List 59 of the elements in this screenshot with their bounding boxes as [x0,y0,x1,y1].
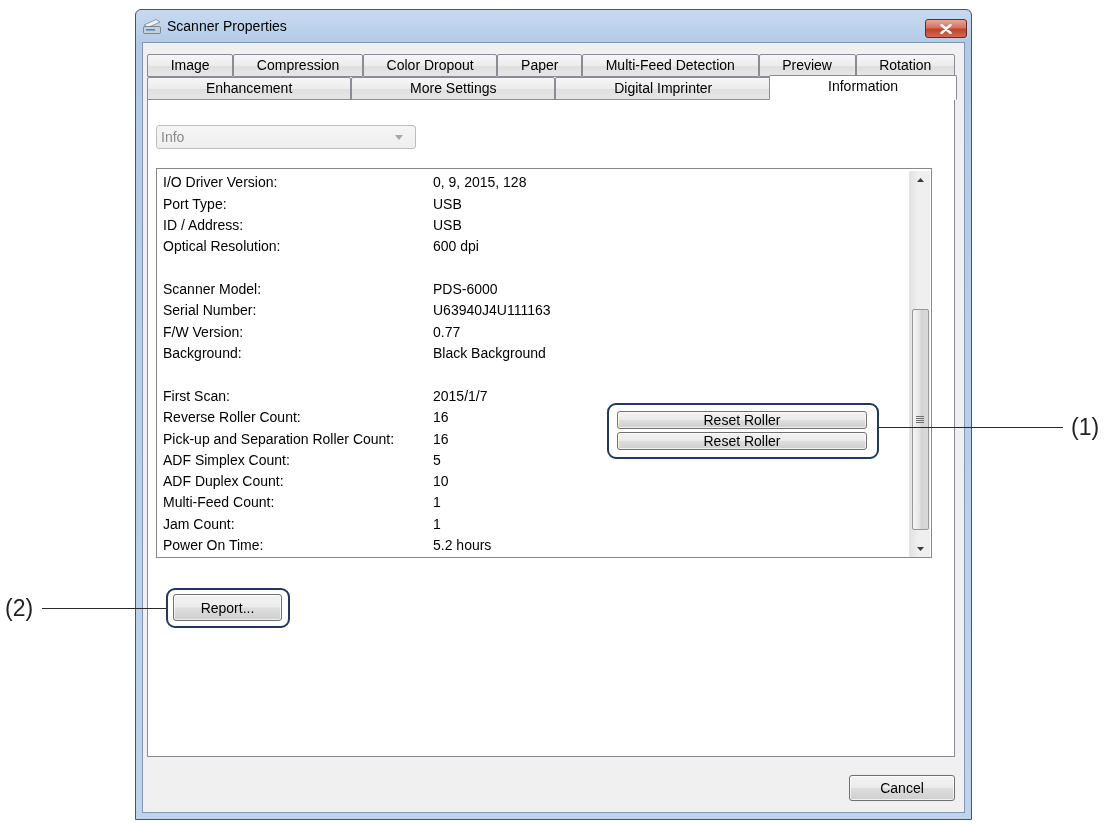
callout-label: (1) [1071,414,1100,440]
tab[interactable]: Multi-Feed Detection [582,54,759,77]
tab[interactable]: Preview [758,54,856,77]
callout-label: (2) [5,595,34,621]
field-value: USB [433,195,462,213]
close-icon[interactable] [940,23,952,34]
field-value: Black Background [433,344,546,362]
field-label: ID / Address: [163,216,244,234]
report-button[interactable]: Report... [173,594,282,621]
tab[interactable]: Rotation [855,54,955,77]
scanner-icon [143,18,161,34]
scrollbar-thumb[interactable] [911,309,929,530]
field-value: PDS-6000 [433,280,498,298]
field-value: 16 [433,430,449,448]
field-value: 0.77 [433,323,461,341]
tab[interactable]: Color Dropout [362,54,498,77]
field-value: 0, 9, 2015, 128 [433,174,527,192]
tab[interactable]: More Settings [351,77,556,100]
field-label: ADF Duplex Count: [163,473,284,490]
field-value: 16 [433,409,449,427]
field-value: 10 [433,473,449,490]
field-label: First Scan: [163,387,230,405]
field-label: Jam Count: [163,515,235,533]
reset-roller-button[interactable]: Reset Roller [617,432,867,451]
tab[interactable]: Compression [233,54,363,77]
field-label: Scanner Model: [163,280,262,298]
down-arrow-icon[interactable] [916,546,924,551]
field-value: 2015/1/7 [433,387,488,405]
field-value: 5.2 hours [433,537,492,554]
field-label: Multi-Feed Count: [163,494,275,512]
window-title: Scanner Properties [167,18,287,34]
field-value: 1 [433,494,441,512]
field-label: F/W Version: [163,323,244,341]
field-label: Port Type: [163,195,227,213]
field-value: 5 [433,451,441,469]
tab[interactable]: Paper [497,54,583,77]
grip-icon [916,416,924,423]
field-label: I/O Driver Version: [163,174,278,192]
info-list[interactable] [156,168,932,558]
field-label: Power On Time: [163,537,264,554]
field-value: USB [433,216,462,234]
scrollbar[interactable] [909,171,930,557]
field-label: Optical Resolution: [163,238,281,256]
field-label: ADF Simplex Count: [163,451,290,469]
up-arrow-icon[interactable] [916,177,924,182]
field-label: Reverse Roller Count: [163,409,301,427]
close-button[interactable] [925,19,967,38]
field-value: 1 [433,515,441,533]
tab[interactable]: Enhancement [147,77,352,100]
field-label: Background: [163,344,242,362]
reset-roller-button[interactable]: Reset Roller [617,410,867,429]
tab[interactable]: Digital Imprinter [555,77,772,100]
field-value: U63940J4U111163 [433,302,551,320]
tab[interactable]: Information [769,75,957,100]
field-value: 600 dpi [433,238,479,256]
field-label: Pick-up and Separation Roller Count: [163,430,395,448]
field-label: Serial Number: [163,302,257,320]
cancel-button[interactable]: Cancel [849,775,955,801]
tab[interactable]: Image [147,54,234,77]
